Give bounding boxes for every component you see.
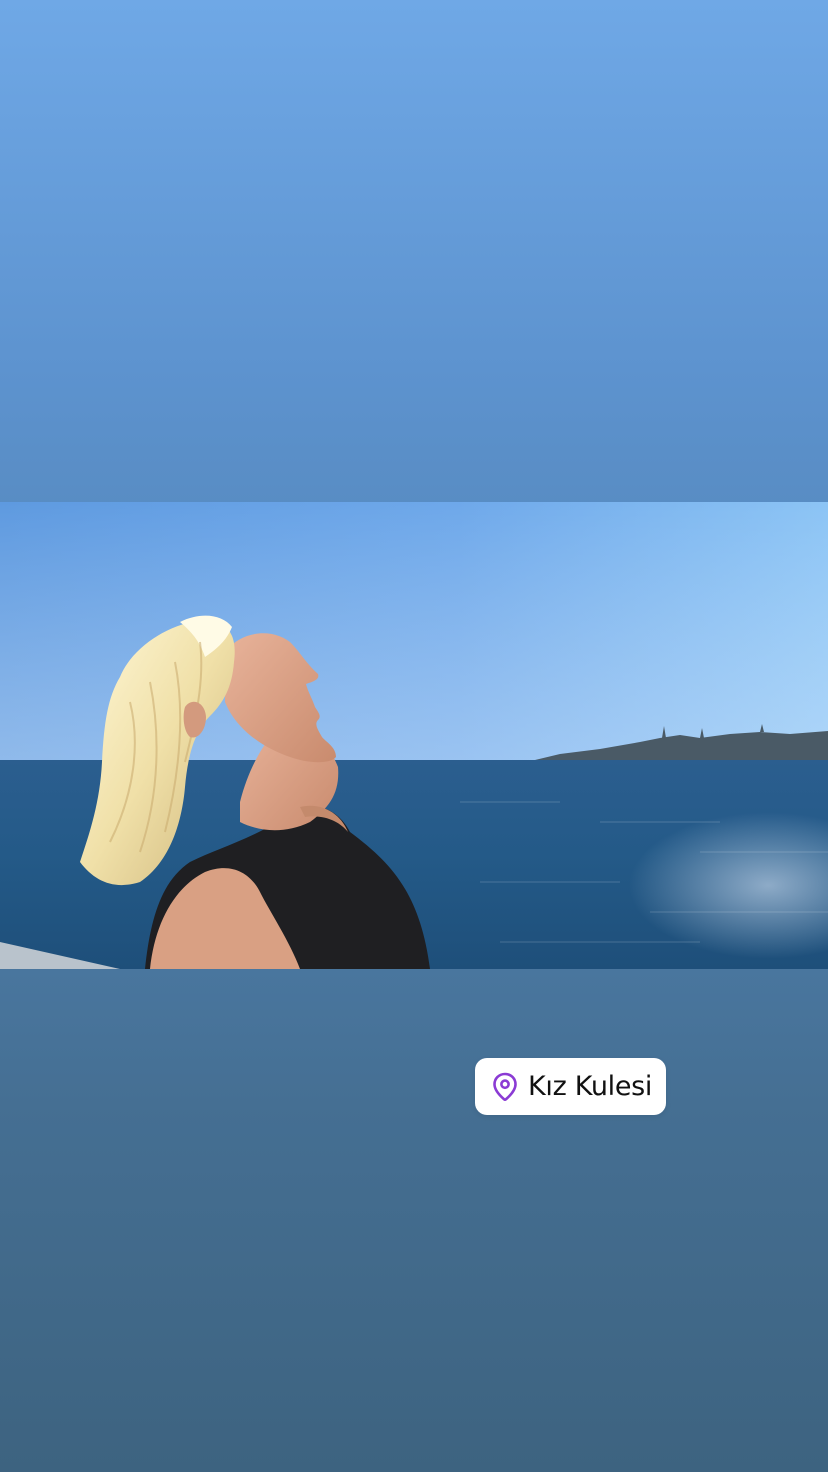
location-pin-icon bbox=[492, 1072, 518, 1102]
location-label: Kız Kulesi bbox=[528, 1071, 653, 1102]
photo-artwork bbox=[0, 502, 828, 969]
story-photo[interactable] bbox=[0, 502, 828, 969]
location-sticker[interactable]: Kız Kulesi bbox=[475, 1058, 666, 1115]
